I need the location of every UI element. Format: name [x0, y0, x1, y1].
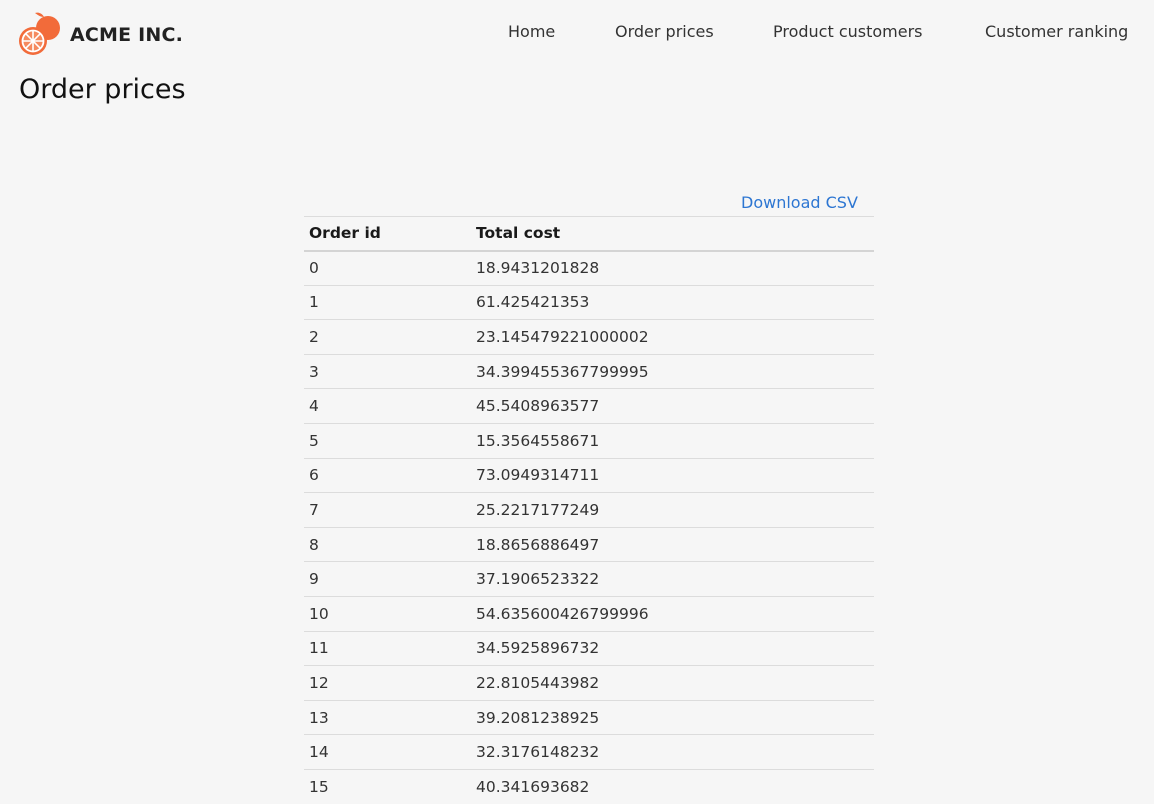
total-cost-cell: 40.341693682 — [471, 769, 874, 804]
order-id-cell: 4 — [304, 389, 471, 424]
nav-product-customers[interactable]: Product customers — [773, 22, 923, 41]
order-id-cell: 12 — [304, 666, 471, 701]
table-row: 223.145479221000002 — [304, 320, 874, 355]
table-row: 515.3564558671 — [304, 423, 874, 458]
total-cost-cell: 15.3564558671 — [471, 423, 874, 458]
total-cost-cell: 23.145479221000002 — [471, 320, 874, 355]
order-id-cell: 2 — [304, 320, 471, 355]
total-cost-cell: 39.2081238925 — [471, 700, 874, 735]
total-cost-cell: 18.9431201828 — [471, 251, 874, 286]
total-cost-cell: 34.399455367799995 — [471, 354, 874, 389]
table-row: 334.399455367799995 — [304, 354, 874, 389]
order-id-cell: 14 — [304, 735, 471, 770]
total-cost-cell: 61.425421353 — [471, 285, 874, 320]
table-row: 818.8656886497 — [304, 527, 874, 562]
table-row: 725.2217177249 — [304, 493, 874, 528]
table-row: 161.425421353 — [304, 285, 874, 320]
orders-table: Order id Total cost 018.9431201828161.42… — [304, 216, 874, 804]
total-cost-cell: 25.2217177249 — [471, 493, 874, 528]
nav-order-prices[interactable]: Order prices — [615, 22, 714, 41]
nav-home[interactable]: Home — [508, 22, 555, 41]
order-id-cell: 15 — [304, 769, 471, 804]
total-cost-cell: 37.1906523322 — [471, 562, 874, 597]
column-header-order-id[interactable]: Order id — [304, 217, 471, 251]
total-cost-cell: 22.8105443982 — [471, 666, 874, 701]
order-id-cell: 0 — [304, 251, 471, 286]
order-id-cell: 5 — [304, 423, 471, 458]
order-id-cell: 13 — [304, 700, 471, 735]
order-id-cell: 11 — [304, 631, 471, 666]
total-cost-cell: 34.5925896732 — [471, 631, 874, 666]
total-cost-cell: 54.635600426799996 — [471, 596, 874, 631]
table-row: 445.5408963577 — [304, 389, 874, 424]
table-row: 1222.8105443982 — [304, 666, 874, 701]
orders-table-body: 018.9431201828161.425421353223.145479221… — [304, 251, 874, 804]
table-row: 1134.5925896732 — [304, 631, 874, 666]
table-row: 1339.2081238925 — [304, 700, 874, 735]
order-id-cell: 3 — [304, 354, 471, 389]
table-row: 1540.341693682 — [304, 769, 874, 804]
nav-menu: Home Order prices Product customers Cust… — [0, 22, 1154, 46]
top-navbar: ACME INC. Home Order prices Product cust… — [0, 0, 1154, 70]
nav-customer-ranking[interactable]: Customer ranking — [985, 22, 1128, 41]
order-id-cell: 9 — [304, 562, 471, 597]
page-title: Order prices — [19, 74, 186, 105]
table-row: 018.9431201828 — [304, 251, 874, 286]
table-row: 1432.3176148232 — [304, 735, 874, 770]
order-id-cell: 6 — [304, 458, 471, 493]
table-header-row: Order id Total cost — [304, 217, 874, 251]
total-cost-cell: 18.8656886497 — [471, 527, 874, 562]
order-id-cell: 10 — [304, 596, 471, 631]
download-csv-link[interactable]: Download CSV — [741, 193, 858, 212]
column-header-total-cost[interactable]: Total cost — [471, 217, 874, 251]
total-cost-cell: 45.5408963577 — [471, 389, 874, 424]
total-cost-cell: 32.3176148232 — [471, 735, 874, 770]
order-id-cell: 7 — [304, 493, 471, 528]
order-id-cell: 8 — [304, 527, 471, 562]
table-row: 937.1906523322 — [304, 562, 874, 597]
table-row: 673.0949314711 — [304, 458, 874, 493]
table-row: 1054.635600426799996 — [304, 596, 874, 631]
order-id-cell: 1 — [304, 285, 471, 320]
total-cost-cell: 73.0949314711 — [471, 458, 874, 493]
